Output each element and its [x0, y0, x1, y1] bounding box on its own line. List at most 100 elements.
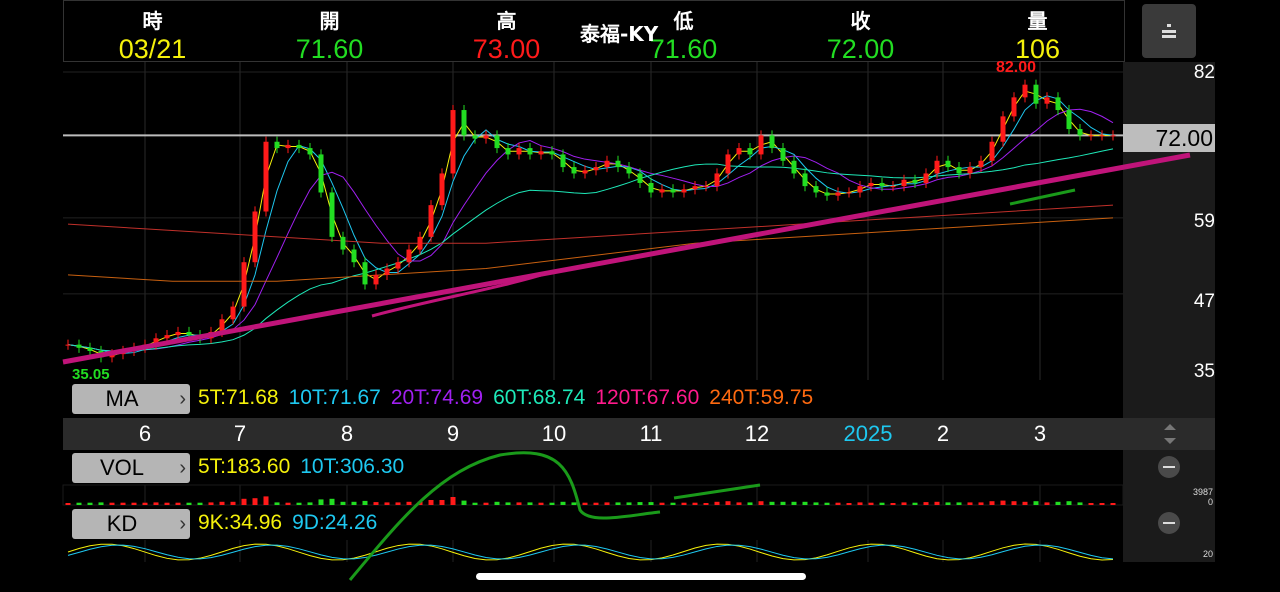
volume-bar	[626, 502, 632, 505]
candle	[362, 262, 368, 285]
last-price-tag: 72.00	[1123, 124, 1215, 152]
volume-bar	[274, 502, 280, 505]
volume-bar	[1077, 502, 1083, 505]
candle	[967, 167, 973, 174]
volume-bar	[780, 501, 786, 505]
volume-bar	[65, 503, 71, 505]
candle	[516, 148, 522, 155]
candle	[318, 154, 324, 193]
volume-bar	[175, 502, 181, 505]
candle	[164, 335, 170, 339]
candle	[835, 192, 841, 196]
volume-bar	[747, 502, 753, 505]
chevron-right-icon: ›	[179, 457, 186, 479]
volume-bar	[362, 500, 368, 505]
candle	[1000, 116, 1006, 142]
candle	[384, 268, 390, 275]
pen-annotation	[371, 271, 549, 318]
remove-vol-button[interactable]	[1158, 456, 1180, 478]
volume-bar	[824, 502, 830, 505]
home-indicator[interactable]	[476, 573, 806, 580]
candle	[527, 148, 533, 155]
volume-bar	[659, 502, 665, 505]
volume-bar	[989, 501, 995, 505]
indicator-value: 120T:67.60	[595, 386, 700, 409]
remove-kd-button[interactable]	[1158, 512, 1180, 534]
resize-handle-icon[interactable]	[1160, 421, 1180, 447]
y-label: 47	[1193, 291, 1215, 312]
candle	[87, 347, 93, 351]
volume-bar	[923, 502, 929, 505]
candle	[681, 189, 687, 193]
ma-line	[67, 148, 1114, 352]
volume-bar	[472, 502, 478, 505]
volume-bar	[681, 502, 687, 505]
volume-bar	[307, 502, 313, 505]
volume-bar	[582, 502, 588, 505]
kd-button[interactable]: KD ›	[72, 509, 190, 539]
month-label: 8	[340, 421, 354, 446]
volume-bar	[76, 502, 82, 505]
volume-bar	[758, 501, 764, 505]
volume-bar	[857, 502, 863, 505]
ma-button[interactable]: MA ›	[72, 384, 190, 414]
candle	[65, 344, 71, 346]
vol-button[interactable]: VOL ›	[72, 453, 190, 483]
volume-bar	[252, 498, 258, 505]
kd-axis: 20	[1202, 549, 1213, 559]
candle	[1022, 84, 1028, 98]
candle	[373, 274, 379, 285]
volume-bar	[197, 502, 203, 505]
candle	[340, 236, 346, 250]
candle	[428, 205, 434, 237]
candle	[923, 173, 929, 183]
candle	[846, 192, 852, 194]
volume-bar	[648, 502, 654, 505]
candle	[978, 160, 984, 168]
candle	[604, 160, 610, 168]
candle	[263, 141, 269, 212]
volume-bar	[98, 502, 104, 505]
indicator-value: 5T:183.60	[198, 455, 291, 478]
volume-bar	[120, 502, 126, 505]
volume-bar	[219, 501, 225, 505]
volume-bar	[450, 497, 456, 505]
candle	[648, 182, 654, 193]
volume-bar	[736, 502, 742, 505]
candle	[758, 135, 764, 155]
volume-bar	[1000, 500, 1006, 505]
candle	[307, 148, 313, 155]
ma-line-240	[67, 217, 1114, 282]
volume-bar	[131, 502, 137, 505]
price-chart[interactable]	[0, 0, 1280, 592]
candle	[1011, 97, 1017, 117]
volume-bar	[428, 500, 434, 505]
volume-bar	[956, 502, 962, 505]
ma-button-label: MA	[105, 386, 139, 411]
indicator-value: 9K:34.96	[198, 511, 283, 534]
high-marker: 82.00	[996, 59, 1037, 76]
volume-bar	[571, 502, 577, 505]
ma-line	[67, 108, 1114, 352]
candle	[230, 306, 236, 320]
candle	[494, 135, 500, 149]
low-marker: 35.05	[72, 366, 110, 383]
candle	[725, 154, 731, 174]
indicator-value: 10T:71.67	[288, 386, 381, 409]
candle	[274, 141, 280, 149]
candle	[824, 192, 830, 196]
candle	[703, 186, 709, 188]
candle	[791, 160, 797, 174]
volume-bar	[164, 502, 170, 505]
volume-bar	[725, 501, 731, 505]
candle	[329, 192, 335, 237]
volume-bar	[593, 502, 599, 505]
volume-bar	[1044, 502, 1050, 505]
volume-bar	[395, 502, 401, 505]
volume-bar	[703, 503, 709, 505]
candle	[670, 189, 676, 193]
candle	[538, 151, 544, 155]
candle	[912, 179, 918, 183]
candle	[186, 331, 192, 336]
candle	[692, 186, 698, 190]
